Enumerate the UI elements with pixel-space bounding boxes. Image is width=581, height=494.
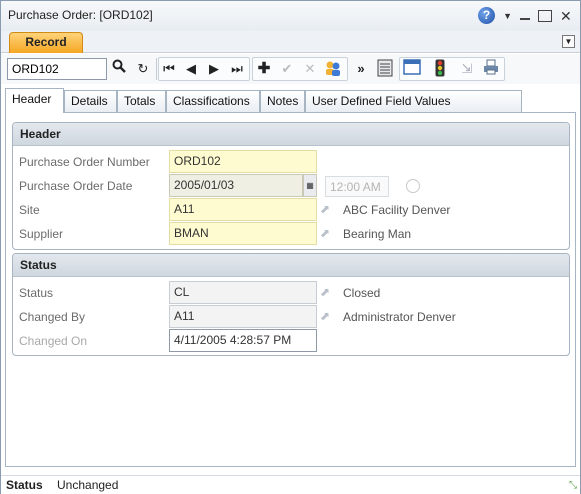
record-tabstrip: Record ▼ [1, 31, 580, 53]
save-check-icon[interactable]: ✔ [277, 59, 297, 79]
resize-grip-icon[interactable]: ⤡ [569, 480, 577, 491]
record-search-input[interactable] [7, 58, 107, 80]
site-field[interactable]: A11 [169, 198, 317, 221]
traffic-light-icon[interactable] [430, 59, 450, 79]
header-tab-panel: Header Purchase Order Number ORD102 Purc… [5, 112, 576, 467]
window-icon[interactable] [402, 59, 422, 79]
supplier-row: Supplier BMAN ⬈ Bearing Man [13, 222, 569, 246]
po-time-field[interactable]: 12:00 AM [325, 176, 389, 197]
minimize-icon[interactable] [520, 12, 530, 20]
lookup-icon[interactable]: ⬈ [320, 202, 336, 218]
site-label: Site [19, 203, 40, 217]
last-record-icon[interactable]: ⏭ [227, 59, 247, 79]
po-date-label: Purchase Order Date [19, 179, 133, 193]
status-row: Status CL ⬈ Closed [13, 281, 569, 305]
calendar-icon[interactable]: ▦ [303, 174, 317, 197]
next-record-icon[interactable]: ▶ [204, 59, 224, 79]
window-title: Purchase Order: [ORD102] [8, 8, 153, 22]
status-bar: Status Unchanged ⤡ [1, 475, 580, 494]
site-description: ABC Facility Denver [343, 203, 451, 217]
refresh-icon[interactable]: ↻ [133, 59, 153, 79]
changed-on-label: Changed On [19, 334, 88, 348]
po-number-row: Purchase Order Number ORD102 [13, 150, 569, 174]
print-icon[interactable] [481, 59, 501, 79]
list-view-icon[interactable] [375, 59, 395, 79]
more-icon[interactable]: » [351, 59, 371, 79]
tab-list-dropdown-icon[interactable]: ▼ [562, 35, 575, 48]
search-icon[interactable] [109, 59, 129, 79]
lookup-icon[interactable]: ⬈ [320, 285, 336, 301]
status-bar-value: Unchanged [57, 478, 119, 492]
record-tab[interactable]: Record [9, 32, 83, 53]
delete-x-icon[interactable]: ✕ [300, 59, 320, 79]
section-tabs: Header Details Totals Classifications No… [5, 88, 523, 113]
status-field[interactable]: CL [169, 281, 317, 304]
header-section: Header Purchase Order Number ORD102 Purc… [12, 122, 570, 250]
site-row: Site A11 ⬈ ABC Facility Denver [13, 198, 569, 222]
first-record-icon[interactable]: ⏮ [159, 59, 179, 79]
restore-icon[interactable] [538, 9, 552, 22]
close-icon[interactable]: ✕ [560, 9, 572, 23]
supplier-label: Supplier [19, 227, 64, 241]
users-icon[interactable] [323, 59, 343, 79]
tab-user-defined-fields[interactable]: User Defined Field Values [305, 90, 522, 112]
changed-by-label: Changed By [19, 310, 86, 324]
changed-on-field[interactable]: 4/11/2005 4:28:57 PM [169, 329, 317, 352]
tab-details[interactable]: Details [64, 90, 117, 112]
export-icon[interactable]: ⇲ [457, 59, 477, 79]
status-bar-label: Status [6, 478, 43, 492]
help-icon[interactable]: ? [478, 7, 496, 24]
changed-by-row: Changed By A11 ⬈ Administrator Denver [13, 305, 569, 329]
po-date-row: Purchase Order Date 2005/01/03 ▦ 12:00 A… [13, 174, 569, 198]
tab-notes[interactable]: Notes [260, 90, 305, 112]
status-label: Status [19, 286, 54, 300]
po-date-field[interactable]: 2005/01/03 [169, 174, 303, 197]
section-title: Header [13, 123, 569, 146]
supplier-description: Bearing Man [343, 227, 412, 241]
prev-record-icon[interactable]: ◀ [181, 59, 201, 79]
tab-classifications[interactable]: Classifications [166, 90, 260, 112]
po-number-label: Purchase Order Number [19, 155, 150, 169]
lookup-icon[interactable]: ⬈ [320, 226, 336, 242]
supplier-field[interactable]: BMAN [169, 222, 317, 245]
changed-by-field[interactable]: A11 [169, 305, 317, 328]
status-section: Status Status CL ⬈ Closed Changed By A11… [12, 253, 570, 356]
changed-on-row: Changed On 4/11/2005 4:28:57 PM [13, 329, 569, 353]
help-dropdown-icon[interactable]: ▼ [503, 11, 512, 21]
lookup-icon[interactable]: ⬈ [320, 309, 336, 325]
toolbar: ↻ ⏮ ◀ ▶ ⏭ ✚ ✔ ✕ » ⇲ [1, 54, 580, 84]
section-title: Status [13, 254, 569, 277]
title-bar: Purchase Order: [ORD102] ? ▼ ✕ [1, 1, 580, 31]
purchase-order-window: Purchase Order: [ORD102] ? ▼ ✕ Record ▼ … [0, 0, 581, 494]
add-icon[interactable]: ✚ [254, 59, 274, 79]
clock-icon[interactable] [406, 179, 420, 193]
status-description: Closed [343, 286, 381, 300]
po-number-field[interactable]: ORD102 [169, 150, 317, 173]
tab-totals[interactable]: Totals [117, 90, 166, 112]
changed-by-description: Administrator Denver [343, 310, 456, 324]
tab-header[interactable]: Header [5, 88, 64, 113]
